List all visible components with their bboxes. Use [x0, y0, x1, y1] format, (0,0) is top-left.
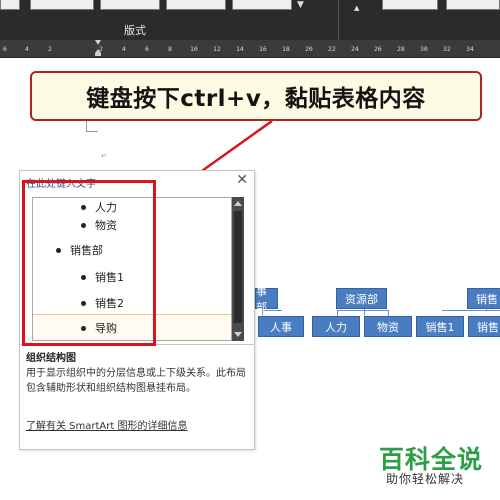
- org-node-materials[interactable]: 物资: [364, 316, 412, 337]
- ruler-tick: 4: [122, 45, 126, 53]
- ruler-tick: 34: [466, 45, 474, 53]
- scroll-up-icon[interactable]: [234, 201, 242, 206]
- ribbon-gallery-item[interactable]: [30, 0, 94, 10]
- learn-more-link[interactable]: 了解有关 SmartArt 图形的详细信息: [26, 417, 187, 432]
- scroll-thumb[interactable]: [234, 211, 242, 323]
- ruler-tick: 30: [420, 45, 428, 53]
- scroll-down-icon[interactable]: [234, 332, 242, 337]
- org-node-dept[interactable]: 事部: [255, 285, 278, 314]
- ruler-tick: 18: [282, 45, 290, 53]
- connector-line: [337, 310, 389, 311]
- ruler-tick: 14: [236, 45, 244, 53]
- close-icon[interactable]: ✕: [236, 172, 248, 188]
- scrollbar[interactable]: [232, 197, 244, 341]
- ribbon-gallery-item[interactable]: [0, 0, 20, 10]
- ruler-tick: 6: [145, 45, 149, 53]
- ribbon-gallery-item[interactable]: [100, 0, 160, 10]
- org-node-resources[interactable]: 资源部: [336, 288, 387, 309]
- org-node-manpower[interactable]: 人力: [312, 316, 360, 337]
- highlight-box: [22, 180, 156, 346]
- ribbon-gallery-item[interactable]: [382, 0, 438, 10]
- ruler-tick: 4: [25, 45, 29, 53]
- ribbon-gallery-item[interactable]: [446, 0, 500, 10]
- org-node-sales1[interactable]: 销售1: [416, 316, 464, 337]
- ruler-tick: 2: [48, 45, 52, 53]
- ruler-tick: 26: [374, 45, 382, 53]
- ribbon: ▼ ▲ 版式: [0, 0, 500, 40]
- description-title: 组织结构图: [26, 353, 76, 364]
- ruler-tick: 12: [213, 45, 221, 53]
- ribbon-separator: [338, 0, 339, 40]
- watermark-subtitle: 助你轻松解决: [386, 472, 465, 486]
- org-node-hr[interactable]: 人事: [258, 316, 304, 337]
- ruler-tick: 22: [328, 45, 336, 53]
- chevron-down-icon[interactable]: ▼: [297, 0, 304, 10]
- ruler-tick: 20: [305, 45, 313, 53]
- ribbon-gallery-item[interactable]: [166, 0, 226, 10]
- connector-line: [442, 310, 500, 311]
- org-node-sales[interactable]: 销售: [467, 288, 500, 309]
- indent-marker-icon[interactable]: [95, 40, 101, 56]
- org-node-sales-partial[interactable]: 销售: [468, 316, 500, 337]
- callout-text: 键盘按下ctrl+v，黏贴表格内容: [86, 86, 426, 112]
- ruler-tick: 6: [3, 45, 7, 53]
- horizontal-ruler[interactable]: 6 4 2 2 4 6 8 10 12 14 16 18 20 22 24 26…: [0, 40, 500, 58]
- ruler-tick: 32: [443, 45, 451, 53]
- ruler-tick: 16: [259, 45, 267, 53]
- description-text: 用于显示组织中的分层信息或上下级关系。此布局包含辅助形状和组织结构图悬挂布局。: [26, 368, 246, 394]
- ruler-tick: 10: [190, 45, 198, 53]
- ruler-tick: 8: [168, 45, 172, 53]
- ribbon-gallery-item[interactable]: [232, 0, 292, 10]
- ribbon-group-label: 版式: [124, 24, 146, 37]
- ruler-tick: 28: [397, 45, 405, 53]
- caret-up-icon[interactable]: ▲: [354, 4, 359, 12]
- instruction-callout: 键盘按下ctrl+v，黏贴表格内容: [30, 71, 482, 121]
- ruler-tick: 24: [351, 45, 359, 53]
- paragraph-mark-icon: ↵: [101, 152, 107, 160]
